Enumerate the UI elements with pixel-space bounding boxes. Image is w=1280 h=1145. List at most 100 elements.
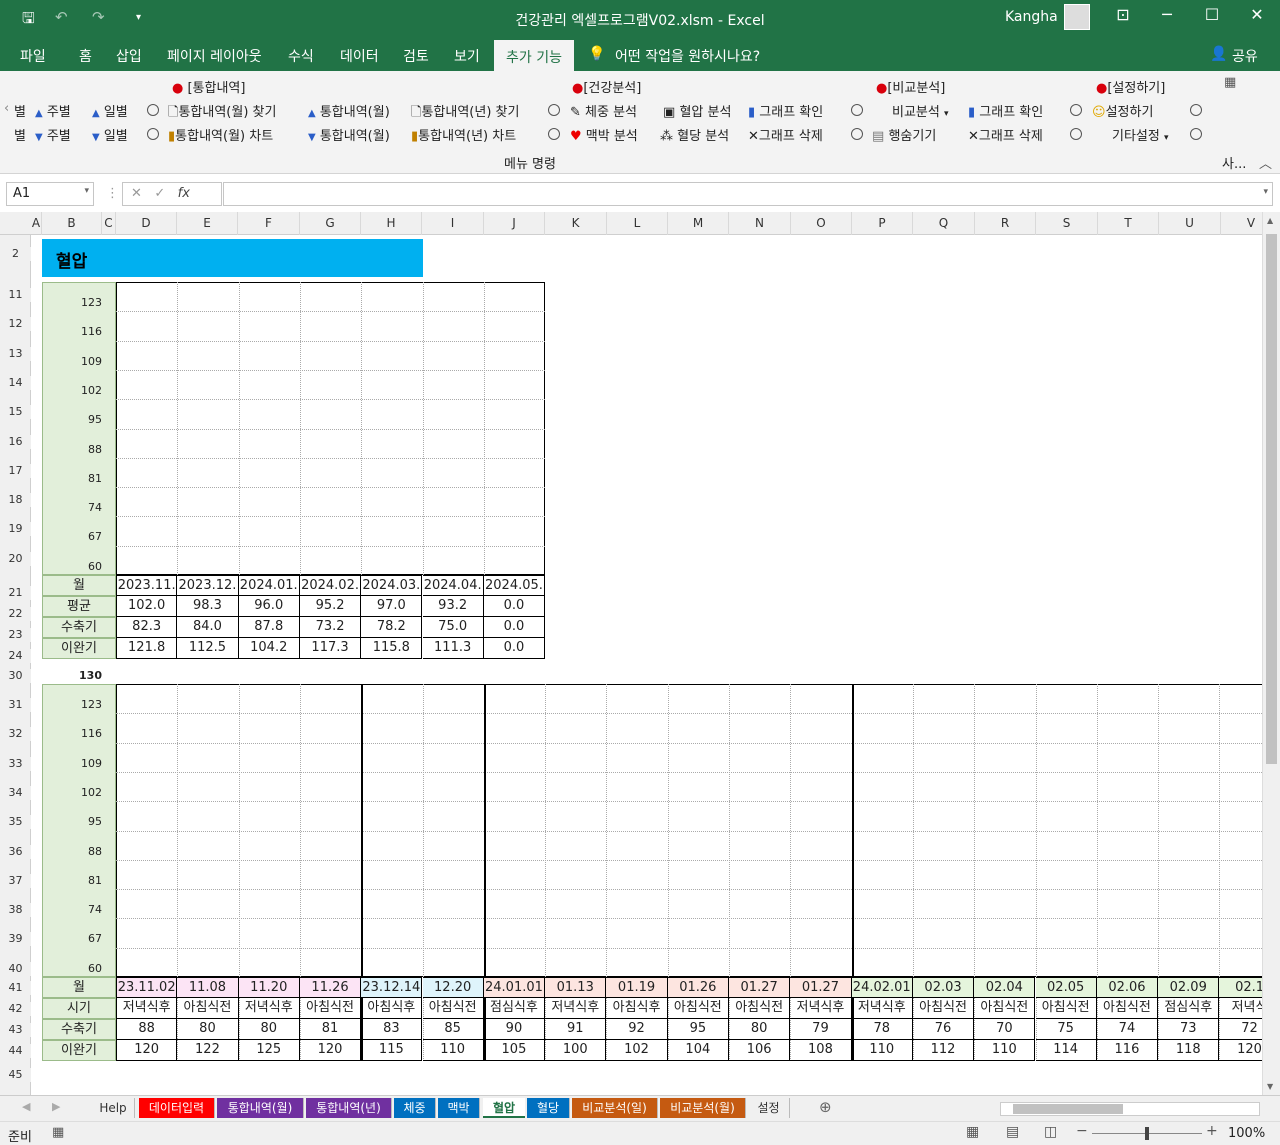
col-header-I[interactable]: I [422,212,484,235]
daily-cell[interactable]: 80 [177,1019,239,1040]
tab-view[interactable]: 보기 [454,46,480,66]
daily-cell[interactable]: 아침식후 [361,998,423,1019]
daily-cell[interactable]: 저녁식후 [116,998,178,1019]
tab-addins[interactable]: 추가 기능 [494,40,574,71]
daily-cell[interactable]: 81 [299,1019,362,1040]
row-header[interactable]: 45 [0,1068,31,1082]
graph-delete-button[interactable]: ✕그래프 삭제 [748,125,823,144]
daily-cell[interactable]: 75 [1035,1019,1097,1040]
row-header[interactable]: 20 [0,551,31,566]
sheet-tab[interactable]: 설정 [748,1098,790,1118]
tell-me-input[interactable]: 어떤 작업을 원하시나요? [615,46,760,66]
tab-scroll-left-icon[interactable]: ◀ [22,1100,30,1113]
daily-cell[interactable]: 95 [667,1019,729,1040]
col-header-Q[interactable]: Q [913,212,975,235]
daily-cell[interactable]: 120 [1219,1040,1262,1061]
col-header-L[interactable]: L [607,212,668,235]
normal-view-icon[interactable]: ▦ [966,1124,979,1140]
daily-cell[interactable]: 102 [606,1040,668,1061]
monthly-cell[interactable]: 104.2 [238,638,300,659]
monthly-cell[interactable]: 0.0 [483,638,546,659]
daily-cell[interactable]: 73 [1158,1019,1220,1040]
monthly-cell[interactable]: 2023.12. [177,575,239,596]
monthly-cell[interactable]: 111.3 [422,638,484,659]
zoom-level[interactable]: 100% [1228,1126,1265,1141]
col-header-D[interactable]: D [116,212,177,235]
row-header[interactable]: 42 [0,1002,31,1016]
pulse-analysis-button[interactable]: ♥ 맥박 분석 [570,125,638,144]
find-month-button[interactable]: 🗋통합내역(월) 찾기 [168,101,276,125]
radio-5[interactable] [851,102,863,117]
row-header[interactable]: 36 [0,844,31,859]
daily-cell[interactable]: 90 [483,1019,546,1040]
daily-cell[interactable]: 80 [238,1019,300,1040]
zoom-out-icon[interactable]: − [1076,1123,1088,1139]
radio-10[interactable] [1190,126,1202,141]
daily-cell[interactable]: 79 [790,1019,852,1040]
compare-graph-delete-button[interactable]: ✕그래프 삭제 [968,125,1043,144]
insert-function-icon[interactable]: fx [178,186,190,201]
other-settings-dropdown[interactable]: 기타설정 ▾ [1112,125,1169,144]
zoom-thumb[interactable] [1145,1127,1149,1140]
row-header[interactable]: 32 [0,727,31,742]
enter-icon[interactable]: ✓ [154,186,165,201]
add-sheet-icon[interactable]: ⊕ [819,1098,832,1116]
compare-graph-check-button[interactable]: ▮ 그래프 확인 [968,101,1043,120]
daily-cell[interactable]: 120 [116,1040,178,1061]
daily-cell[interactable]: 아침식전 [974,998,1036,1019]
user-name[interactable]: Kangha [1005,9,1058,25]
col-header-F[interactable]: F [238,212,300,235]
daily-cell[interactable]: 78 [851,1019,913,1040]
collapsed-group[interactable]: 사... [1222,153,1246,172]
row-header[interactable]: 35 [0,815,31,830]
row-header[interactable]: 11 [0,288,31,302]
daily-cell[interactable]: 02.04 [974,977,1036,998]
daily-cell[interactable]: 점심식후 [483,998,546,1019]
sheet-tab[interactable]: 혈당 [527,1098,570,1118]
minimize-icon[interactable]: ─ [1152,5,1182,24]
row-header[interactable]: 39 [0,932,31,947]
daily-cell[interactable]: 아침식후 [606,998,668,1019]
bp-analysis-button[interactable]: ▣ 혈압 분석 [663,101,731,120]
find-year-button[interactable]: 🗋통합내역(년) 찾기 [411,101,519,125]
col-header-P[interactable]: P [852,212,913,235]
daily-cell[interactable]: 아침식전 [422,998,484,1019]
tab-scroll-right-icon[interactable]: ▶ [52,1100,60,1113]
daily-cell[interactable]: 12.20 [422,977,484,998]
gallery-icon[interactable]: ▦ [1224,75,1236,90]
monthly-cell[interactable]: 75.0 [422,617,484,638]
col-header-A[interactable]: A [31,212,42,235]
daily-cell[interactable]: 118 [1158,1040,1220,1061]
daily-cell[interactable]: 02.03 [912,977,975,998]
daily-cell[interactable]: 76 [912,1019,975,1040]
weight-analysis-button[interactable]: ✎ 체중 분석 [570,101,637,120]
monthly-cell[interactable]: 2024.04. [422,575,484,596]
radio-7[interactable] [1070,102,1082,117]
daily-cell[interactable]: 92 [606,1019,668,1040]
row-header[interactable]: 23 [0,628,31,642]
row-header[interactable]: 44 [0,1044,31,1058]
col-header-C[interactable]: C [102,212,116,235]
daily-cell[interactable]: 01.27 [790,977,852,998]
monthly-cell[interactable]: 121.8 [116,638,178,659]
monthly-cell[interactable]: 0.0 [483,596,546,617]
daily-cell[interactable]: 아침식전 [1035,998,1097,1019]
daily-cell[interactable]: 02.05 [1035,977,1097,998]
daily-cell[interactable]: 122 [177,1040,239,1061]
col-header-M[interactable]: M [668,212,729,235]
compare-dropdown[interactable]: 비교분석 ▾ [892,101,949,120]
sheet-tab[interactable]: 데이터입력 [139,1098,215,1118]
col-header-O[interactable]: O [791,212,852,235]
macro-record-icon[interactable]: ▦ [52,1125,64,1140]
monthly-cell[interactable]: 2024.03. [361,575,423,596]
monthly-cell[interactable]: 96.0 [238,596,300,617]
tab-home[interactable]: 홈 [79,46,92,66]
tab-insert[interactable]: 삽입 [116,46,142,66]
col-header-G[interactable]: G [300,212,361,235]
daily-cell[interactable]: 100 [545,1040,607,1061]
daily-cell[interactable]: 106 [729,1040,791,1061]
daily-cell[interactable]: 02.09 [1158,977,1220,998]
daily-cell[interactable]: 88 [116,1019,178,1040]
monthly-cell[interactable]: 93.2 [422,596,484,617]
radio-2[interactable] [147,126,159,141]
